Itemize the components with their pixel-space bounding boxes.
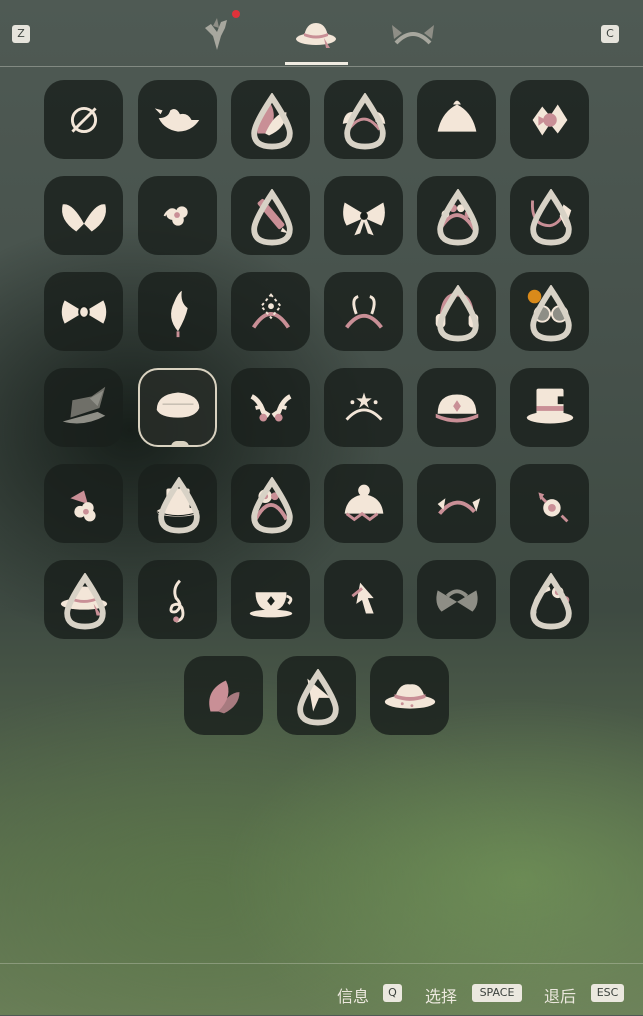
fedora-icon [384,683,435,709]
water-drop-icon [251,93,293,150]
bun-hair-icon [437,100,476,132]
bear-ears-icon [344,484,383,521]
item-slot-tiara[interactable] [324,368,403,447]
feather-icon [170,290,188,337]
tab-ears[interactable] [382,12,444,56]
item-slot-top-hat[interactable] [510,368,589,447]
item-slot-flower-headband[interactable] [417,464,496,543]
item-slot-pink-leaf[interactable] [231,80,310,159]
top-bar: Z C [0,0,643,67]
item-slot-small-top-hat[interactable] [138,464,217,543]
item-slot-beret[interactable] [138,368,217,447]
item-slot-bow-tie[interactable] [44,272,123,351]
selection-indicator [171,441,189,447]
item-slot-none[interactable] [44,80,123,159]
item-slot-flower-clip[interactable] [44,464,123,543]
item-slot-flower-crown[interactable] [417,176,496,255]
pink-bow-clip-icon [532,104,567,135]
item-slot-feather[interactable] [138,272,217,351]
tab-horn[interactable] [186,10,248,56]
water-drop-icon [530,285,572,342]
item-slot-wing-headband[interactable] [324,80,403,159]
water-drop-icon [251,189,293,246]
item-slot-ornate-headband[interactable] [231,272,310,351]
antenna-headband-icon [344,294,383,329]
large-bow-icon [342,201,385,235]
ornate-headband-icon [251,292,290,329]
item-slot-butterfly-bow[interactable] [44,176,123,255]
bow-tie-icon [61,299,106,324]
back-label: 退后 [544,987,577,1006]
item-slot-pencil[interactable] [231,176,310,255]
ears-icon [392,25,434,45]
water-drop-icon [344,93,386,150]
item-slot-large-bow[interactable] [324,176,403,255]
bird-icon [154,107,199,132]
select-label: 选择 [425,987,458,1006]
water-drop-icon [437,189,479,246]
rose-sprig-icon [537,491,568,522]
item-slot-cursor[interactable] [277,656,356,735]
top-hat-icon [526,388,573,423]
flower-clip-icon [69,489,96,521]
witch-hat-icon [62,386,105,423]
item-slot-rose-sprig[interactable] [510,464,589,543]
item-slot-witch-hat[interactable] [44,368,123,447]
item-slot-headphones[interactable] [417,272,496,351]
item-slot-bear-ears[interactable] [324,464,403,543]
item-slot-bun-hair[interactable] [417,80,496,159]
water-drop-icon [64,573,106,630]
prev-category-key[interactable]: Z [12,25,30,43]
item-slot-treble-clef[interactable] [138,560,217,639]
item-slot-grey-bow[interactable] [417,560,496,639]
treble-clef-icon [168,579,184,623]
teacup-icon [249,591,292,617]
water-drop-icon [297,669,339,726]
item-slot-small-flower[interactable] [138,176,217,255]
footer-bar: 信息 Q 选择 SPACE 退后 ESC [0,963,643,1016]
beret-icon [156,392,199,418]
item-slot-fedora[interactable] [370,656,449,735]
pink-petal-icon [208,680,239,713]
item-slot-sunhat[interactable] [44,560,123,639]
item-slot-rose-headband[interactable] [231,464,310,543]
captain-cap-icon [435,393,478,422]
flower-headband-icon [437,497,480,515]
notification-dot [232,10,240,18]
info-label: 信息 [337,987,370,1006]
item-slot-arrow-hair[interactable] [324,560,403,639]
sunhat-icon [296,23,336,48]
active-tab-indicator [285,62,348,65]
item-slot-antler[interactable] [231,368,310,447]
item-slot-bird[interactable] [138,80,217,159]
select-key[interactable]: SPACE [472,984,522,1002]
item-slot-pink-bow-clip[interactable] [510,80,589,159]
water-drop-icon [158,477,200,534]
info-key[interactable]: Q [383,984,402,1002]
item-slot-captain-cap[interactable] [417,368,496,447]
item-slot-antenna-headband[interactable] [324,272,403,351]
small-flower-icon [163,205,188,226]
grey-bow-icon [435,588,478,612]
butterfly-bow-icon [61,203,106,231]
item-slot-pink-petal[interactable] [184,656,263,735]
tab-sunhat[interactable] [285,12,347,56]
item-slot-goggles[interactable] [510,272,589,351]
water-drop-icon [251,477,293,534]
next-category-key[interactable]: C [601,25,619,43]
water-drop-icon [530,573,572,630]
back-key[interactable]: ESC [591,984,624,1002]
horn-icon [205,18,227,50]
tiara-icon [345,392,382,421]
antler-icon [249,393,292,422]
arrow-hair-icon [350,582,374,614]
item-slot-leaf-headband[interactable] [510,176,589,255]
item-slot-crescent-flower[interactable] [510,560,589,639]
water-drop-icon [437,285,479,342]
item-slot-teacup[interactable] [231,560,310,639]
water-drop-icon [530,189,572,246]
none-icon [70,106,97,133]
